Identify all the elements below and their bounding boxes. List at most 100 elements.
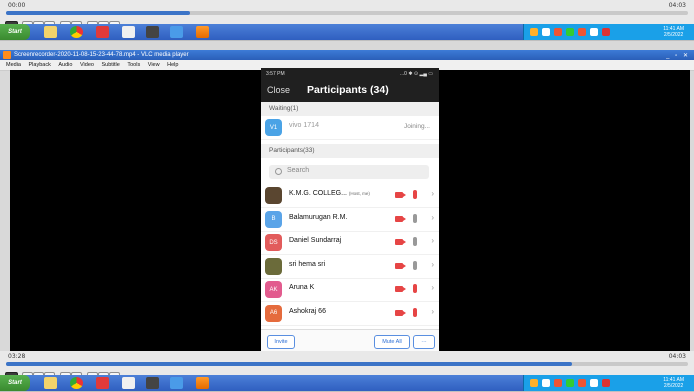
start-button[interactable]: Start	[0, 24, 30, 40]
chrome-icon[interactable]	[70, 377, 83, 389]
vlc-icon[interactable]	[196, 377, 209, 389]
participant-row[interactable]: sri hema sri ›	[261, 255, 439, 279]
chevron-right-icon[interactable]: ›	[431, 236, 434, 245]
mute-all-button[interactable]: Mute All	[374, 335, 410, 349]
clock[interactable]: 11:41 AM 2/5/2022	[663, 26, 684, 38]
system-tray: 11:41 AM 2/5/2022	[523, 375, 694, 391]
seek-bar[interactable]	[6, 11, 688, 15]
folder-icon[interactable]	[44, 26, 57, 38]
app-icon[interactable]	[146, 26, 159, 38]
menu-subtitle[interactable]: Subtitle	[101, 62, 119, 68]
menu-audio[interactable]: Audio	[58, 62, 72, 68]
folder-icon[interactable]	[44, 377, 57, 389]
microphone-icon[interactable]	[413, 190, 417, 199]
participant-name: Balamurugan R.M.	[289, 213, 348, 221]
chevron-right-icon[interactable]: ›	[431, 213, 434, 222]
app-icon[interactable]	[170, 377, 183, 389]
tray-icon[interactable]	[542, 379, 550, 387]
menu-video[interactable]: Video	[80, 62, 94, 68]
microphone-icon[interactable]	[413, 237, 417, 246]
chevron-right-icon[interactable]: ›	[431, 260, 434, 269]
avatar: DS	[265, 234, 282, 251]
avatar	[265, 187, 282, 204]
tray-icon[interactable]	[554, 379, 562, 387]
elapsed-time: 03:28	[8, 353, 26, 360]
joining-status: Joining...	[403, 123, 430, 130]
participants-section-header: Participants(33)	[261, 144, 439, 158]
tray-icon[interactable]	[590, 28, 598, 36]
video-camera-icon[interactable]	[395, 192, 406, 198]
menu-help[interactable]: Help	[167, 62, 178, 68]
app-icon[interactable]	[122, 377, 135, 389]
participant-name: Ashokraj 66	[289, 307, 326, 315]
phone-screen: 3:57 PM ...0 ✱ ⊙ ▂▄ ▭ Close Participants…	[261, 68, 439, 353]
elapsed-time: 00:00	[8, 2, 26, 9]
page-title: Participants (34)	[307, 84, 389, 96]
video-camera-icon[interactable]	[395, 262, 406, 269]
vlc-icon[interactable]	[196, 26, 209, 38]
host-tag: (Host, me)	[348, 191, 370, 196]
app-icon[interactable]	[170, 26, 183, 38]
tray-icon[interactable]	[602, 379, 610, 387]
app-icon[interactable]	[96, 377, 109, 389]
chevron-right-icon[interactable]: ›	[431, 307, 434, 316]
participant-row[interactable]: K.M.G. COLLEG... (Host, me) ›	[261, 184, 439, 208]
avatar: A6	[265, 304, 282, 322]
participant-name: vivo 1714	[289, 122, 319, 129]
app-icon[interactable]	[146, 377, 159, 389]
tray-icon[interactable]	[542, 28, 550, 36]
video-camera-icon[interactable]	[395, 309, 406, 316]
avatar	[265, 257, 282, 275]
total-time: 04:03	[668, 353, 686, 360]
tray-icon[interactable]	[602, 28, 610, 36]
avatar: B	[265, 210, 282, 228]
tray-icon[interactable]	[566, 379, 574, 387]
clock[interactable]: 11:41 AM 2/5/2022	[663, 377, 684, 389]
microphone-icon[interactable]	[413, 307, 417, 317]
system-tray: 11:41 AM 2/5/2022	[523, 24, 694, 40]
invite-button[interactable]: Invite	[267, 335, 295, 349]
app-icon[interactable]	[122, 26, 135, 38]
status-bar: 3:57 PM ...0 ✱ ⊙ ▂▄ ▭	[261, 68, 439, 80]
tray-icon[interactable]	[530, 28, 538, 36]
chrome-icon[interactable]	[70, 26, 83, 38]
tray-icon[interactable]	[578, 379, 586, 387]
waiting-section-header: Waiting(1)	[261, 102, 439, 116]
participant-name: K.M.G. COLLEG... (Host, me)	[289, 190, 370, 197]
participant-row[interactable]: DS Daniel Sundarraj ›	[261, 231, 439, 255]
chevron-right-icon[interactable]: ›	[431, 283, 434, 292]
seek-bar[interactable]	[6, 362, 688, 366]
search-input[interactable]: Search	[269, 165, 429, 179]
microphone-icon[interactable]	[413, 284, 417, 293]
avatar: V1	[265, 119, 282, 136]
chevron-right-icon[interactable]: ›	[431, 189, 434, 198]
tray-icon[interactable]	[554, 28, 562, 36]
tray-icon[interactable]	[566, 28, 574, 36]
menu-media[interactable]: Media	[6, 62, 21, 68]
tray-icon[interactable]	[590, 379, 598, 387]
app-icon[interactable]	[96, 26, 109, 38]
video-camera-icon[interactable]	[395, 215, 406, 222]
microphone-icon[interactable]	[413, 260, 417, 270]
participant-name: sri hema sri	[289, 260, 326, 268]
participant-name: Aruna K	[289, 284, 315, 291]
menu-tools[interactable]: Tools	[127, 62, 140, 68]
close-button[interactable]: Close	[267, 85, 290, 95]
participant-row[interactable]: A6 Ashokraj 66 ›	[261, 302, 439, 326]
participant-row[interactable]: B Balamurugan R.M. ›	[261, 208, 439, 232]
participants-header: Close Participants (34)	[261, 80, 439, 102]
tray-icon[interactable]	[530, 379, 538, 387]
bottom-action-bar: Invite Mute All ···	[261, 329, 439, 353]
tray-icon[interactable]	[578, 28, 586, 36]
video-camera-icon[interactable]	[395, 239, 406, 245]
search-icon	[275, 168, 282, 175]
video-camera-icon[interactable]	[395, 286, 406, 292]
participant-row[interactable]: AK Aruna K ›	[261, 278, 439, 302]
more-button[interactable]: ···	[413, 335, 435, 349]
menu-playback[interactable]: Playback	[29, 62, 51, 68]
menu-view[interactable]: View	[148, 62, 160, 68]
taskbar-top: Start 11:41 AM 2/5/2022	[0, 24, 694, 40]
microphone-icon[interactable]	[413, 213, 417, 223]
start-button[interactable]: Start	[0, 375, 30, 391]
waiting-row[interactable]: V1 vivo 1714 Joining...	[261, 116, 439, 140]
